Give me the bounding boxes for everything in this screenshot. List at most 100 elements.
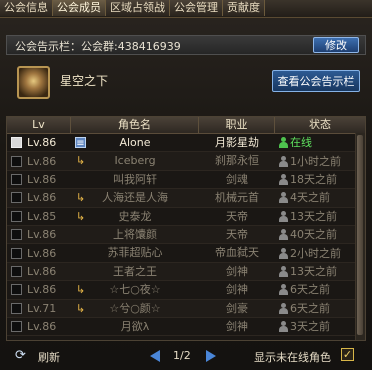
tab-territory-war[interactable]: 区域占领战 [106, 0, 170, 16]
table-row[interactable]: Lv.86 ↳ 人海还是人海 机械元首 4天之前 [7, 189, 365, 208]
online-person-icon [279, 137, 288, 149]
row-state-cell: 13天之前 [275, 208, 365, 225]
header-job[interactable]: 职业 [199, 117, 275, 133]
row-name-cell: 王者之王 [71, 263, 199, 280]
tab-guild-members[interactable]: 公会成员 [53, 0, 106, 16]
row-name: ☆兮○颜☆ [109, 301, 161, 315]
table-row[interactable]: Lv.86 王者之王 剑神 13天之前 [7, 262, 365, 282]
tab-contribution[interactable]: 贡献度 [223, 0, 265, 16]
row-select-checkbox[interactable] [11, 247, 22, 259]
edit-announcement-button[interactable]: 修改 [313, 37, 359, 53]
prev-page-icon[interactable] [150, 350, 160, 362]
row-name-cell: 叫我阿轩 [71, 171, 199, 188]
row-state: 40天之前 [290, 228, 337, 242]
tab-guild-info[interactable]: 公会信息 [0, 0, 53, 16]
header-lv[interactable]: Lv [7, 117, 71, 133]
row-job: 月影星劫 [215, 136, 259, 149]
table-header: Lv 角色名 职业 状态 [7, 117, 365, 134]
table-row[interactable]: Lv.86 苏菲超贴心 帝血弑天 2小时之前 [7, 244, 365, 263]
row-level-cell: Lv.86 [7, 318, 71, 335]
row-job: 剑豪 [226, 301, 248, 315]
leader-rank-icon: ≡ [75, 137, 86, 149]
row-level-cell: Lv.86 [7, 263, 71, 280]
scrollbar[interactable] [355, 133, 365, 340]
row-select-checkbox[interactable] [11, 210, 22, 222]
announcement-text: 公会告示栏：公会群:438416939 [15, 40, 181, 53]
row-state: 18天之前 [290, 172, 337, 186]
row-job: 帝血弑天 [215, 246, 259, 260]
table-row[interactable]: Lv.86 叫我阿轩 剑魂 18天之前 [7, 171, 365, 190]
table-row[interactable]: Lv.86 ≡ Alone 月影星劫 在线 [7, 134, 365, 153]
row-state-cell: 在线 [275, 134, 365, 151]
row-select-checkbox[interactable] [11, 265, 22, 277]
row-state: 13天之前 [290, 209, 337, 223]
row-state-cell: 3天之前 [275, 318, 365, 335]
row-select-checkbox[interactable] [11, 284, 22, 296]
table-row[interactable]: Lv.71 ↳ ☆兮○颜☆ 剑豪 6天之前 [7, 299, 365, 318]
offline-person-icon [279, 229, 288, 241]
table-row[interactable]: Lv.86 上将馕颜 天帝 40天之前 [7, 225, 365, 245]
row-job: 刹那永恒 [215, 154, 259, 168]
officer-rank-icon: ↳ [75, 283, 86, 297]
member-rows: Lv.86 ≡ Alone 月影星劫 在线 Lv.86 ↳ Iceberg 刹那永恒 1小时之前 L… [7, 134, 365, 337]
table-row[interactable]: Lv.86 月欲λ 剑神 3天之前 [7, 318, 365, 337]
row-select-checkbox[interactable] [11, 137, 22, 149]
row-name: 王者之王 [113, 264, 157, 278]
row-name: 月欲λ [120, 319, 150, 333]
row-job: 剑魂 [226, 172, 248, 186]
row-state-cell: 40天之前 [275, 226, 365, 243]
row-select-checkbox[interactable] [11, 302, 22, 314]
refresh-button[interactable]: 刷新 [38, 349, 60, 365]
tab-bar: 公会信息 公会成员 区域占领战 公会管理 贡献度 [0, 0, 372, 18]
show-offline-label: 显示未在线角色 [254, 351, 331, 364]
table-row[interactable]: Lv.86 ↳ ☆七○夜☆ 剑神 6天之前 [7, 281, 365, 300]
tab-guild-management[interactable]: 公会管理 [170, 0, 223, 16]
row-level-cell: Lv.86 [7, 244, 71, 261]
row-name-cell: ↳ Iceberg [71, 152, 199, 169]
row-job: 机械元首 [215, 191, 259, 205]
table-row[interactable]: Lv.86 ↳ Iceberg 刹那永恒 1小时之前 [7, 152, 365, 171]
row-level: Lv.86 [27, 320, 57, 334]
row-name-cell: ↳ ☆兮○颜☆ [71, 300, 199, 317]
next-page-icon[interactable] [206, 350, 216, 362]
refresh-icon[interactable]: ⟳ [15, 349, 28, 362]
row-select-checkbox[interactable] [11, 155, 22, 167]
row-name: 苏菲超贴心 [107, 246, 163, 260]
row-name-cell: 上将馕颜 [71, 226, 199, 243]
offline-person-icon [279, 210, 288, 222]
row-name-cell: ↳ 人海还是人海 [71, 189, 199, 206]
show-offline-checkbox[interactable]: ✓ [341, 348, 354, 361]
guild-window: 公会信息 公会成员 区域占领战 公会管理 贡献度 公会告示栏：公会群:43841… [0, 0, 372, 370]
row-level-cell: Lv.85 [7, 208, 71, 225]
offline-person-icon [279, 302, 288, 314]
row-name: 史泰龙 [118, 209, 152, 223]
offline-person-icon [279, 173, 288, 185]
row-select-checkbox[interactable] [11, 173, 22, 185]
officer-rank-icon: ↳ [75, 154, 86, 168]
header-name[interactable]: 角色名 [71, 117, 199, 133]
row-name: 叫我阿轩 [113, 172, 157, 186]
row-level: Lv.86 [27, 228, 57, 242]
row-job: 剑神 [226, 283, 248, 297]
row-select-checkbox[interactable] [11, 321, 22, 333]
officer-rank-icon: ↳ [75, 191, 86, 205]
table-row[interactable]: Lv.85 ↳ 史泰龙 天帝 13天之前 [7, 208, 365, 226]
row-state: 13天之前 [290, 264, 337, 278]
row-job: 剑神 [226, 264, 248, 278]
row-level-cell: Lv.86 [7, 134, 71, 151]
row-name: ☆七○夜☆ [109, 283, 161, 297]
row-name: 上将馕颜 [113, 227, 157, 241]
row-name: 人海还是人海 [102, 191, 168, 205]
scrollbar-thumb[interactable] [357, 135, 363, 335]
row-name-cell: 苏菲超贴心 [71, 244, 199, 261]
row-state: 2小时之前 [290, 246, 341, 260]
header-state[interactable]: 状态 [275, 117, 365, 133]
row-select-checkbox[interactable] [11, 229, 22, 241]
row-state-cell: 6天之前 [275, 300, 365, 317]
row-select-checkbox[interactable] [11, 192, 22, 204]
view-board-button[interactable]: 查看公会告示栏 [272, 70, 360, 92]
row-level: Lv.86 [27, 136, 57, 150]
row-level-cell: Lv.86 [7, 281, 71, 298]
row-state-cell: 2小时之前 [275, 244, 365, 261]
row-job: 天帝 [226, 209, 248, 223]
